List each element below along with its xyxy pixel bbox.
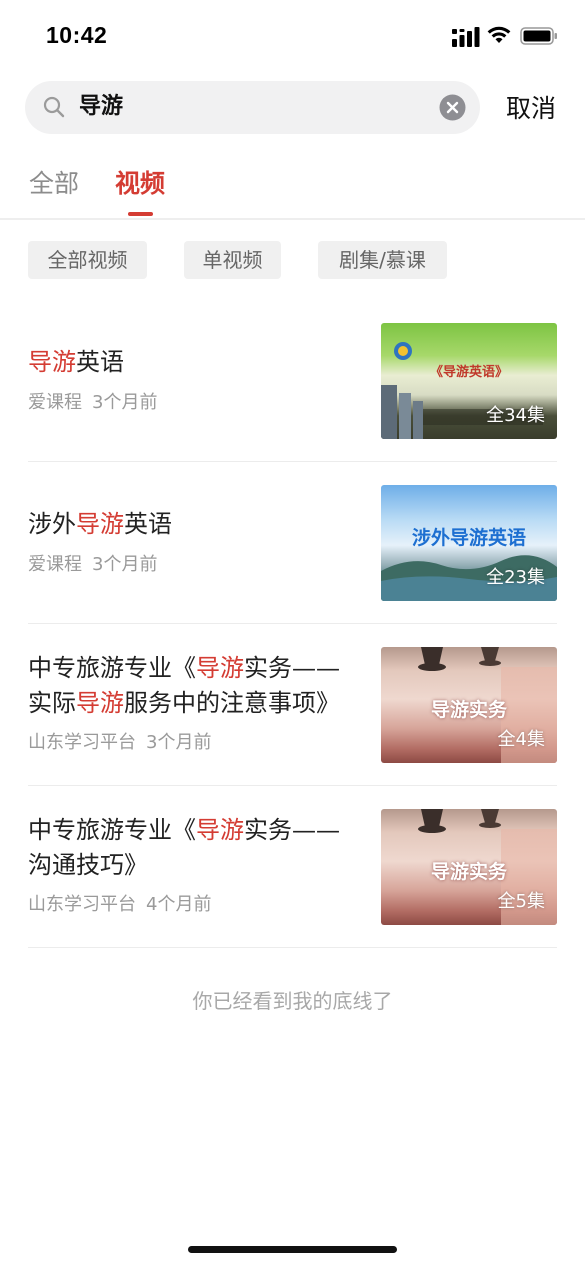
filter-series-mooc[interactable]: 剧集/慕课 [318,241,447,279]
status-bar: 10:42 [0,0,585,70]
search-bar[interactable]: 导游 [25,81,480,134]
tab-video[interactable]: 视频 [115,168,165,200]
title-text: 涉外 [28,510,76,538]
video-thumbnail[interactable]: 《导游英语》 全34集 [381,323,557,439]
list-item[interactable]: 涉外导游英语 爱课程 3个月前 涉外导游英语 全23集 [28,462,557,624]
search-input[interactable]: 导游 [79,93,123,121]
thumbnail-title: 涉外导游英语 [411,527,526,549]
item-source: 爱课程 [28,392,82,413]
cellular-signal-icon [452,27,480,47]
title-highlight: 导游 [196,654,244,682]
episode-count: 全4集 [497,729,545,750]
thumbnail-title: 《导游英语》 [429,365,508,380]
title-highlight: 导游 [76,689,124,717]
list-item[interactable]: 中专旅游专业《导游实务——实际导游服务中的注意事项》 山东学习平台 3个月前 导游… [28,624,557,786]
end-of-list-text: 你已经看到我的底线了 [192,989,393,1013]
episode-count: 全5集 [497,891,545,912]
battery-icon [520,27,557,45]
video-thumbnail[interactable]: 涉外导游英语 全23集 [381,485,557,601]
title-highlight: 导游 [76,510,124,538]
status-time: 10:42 [46,22,108,48]
title-highlight: 导游 [196,816,244,844]
video-thumbnail[interactable]: 导游实务 全4集 [381,647,557,763]
search-icon [43,96,65,118]
thumbnail-title: 导游实务 [430,699,507,721]
title-text: 中专旅游专业《 [28,654,196,682]
item-title: 中专旅游专业《导游实务——实际导游服务中的注意事项》 [28,651,363,721]
home-indicator[interactable] [188,1246,397,1253]
item-time: 3个月前 [146,732,212,753]
clear-icon[interactable] [439,94,466,121]
title-text: 中专旅游专业《 [28,816,196,844]
item-title: 中专旅游专业《导游实务——沟通技巧》 [28,813,363,883]
title-text: 英语 [124,510,172,538]
item-meta: 爱课程 3个月前 [28,392,157,414]
item-source: 山东学习平台 [28,894,136,915]
item-meta: 山东学习平台 3个月前 [28,732,211,754]
title-text: 英语 [76,348,124,376]
list-item[interactable]: 中专旅游专业《导游实务——沟通技巧》 山东学习平台 4个月前 导游实务 全5集 [28,786,557,948]
tab-all[interactable]: 全部 [29,168,79,200]
list-item[interactable]: 导游英语 爱课程 3个月前 《导游英语》 全34集 [28,300,557,462]
filter-all-videos[interactable]: 全部视频 [28,241,147,279]
wifi-icon [487,26,511,43]
item-title: 导游英语 [28,345,363,380]
title-highlight: 导游 [28,348,76,376]
item-source: 爱课程 [28,554,82,575]
item-title: 涉外导游英语 [28,507,363,542]
active-tab-indicator [128,212,153,216]
tab-bar: 全部 视频 [0,160,585,220]
filter-single-video[interactable]: 单视频 [184,241,281,279]
episode-count: 全34集 [486,405,545,426]
item-time: 4个月前 [146,894,212,915]
cancel-button[interactable]: 取消 [506,93,556,125]
video-thumbnail[interactable]: 导游实务 全5集 [381,809,557,925]
item-time: 3个月前 [92,392,158,413]
item-meta: 山东学习平台 4个月前 [28,894,211,916]
item-time: 3个月前 [92,554,158,575]
item-meta: 爱课程 3个月前 [28,554,157,576]
thumbnail-title: 导游实务 [430,861,507,883]
title-text: 服务中的注意事项》 [124,689,340,717]
item-source: 山东学习平台 [28,732,136,753]
episode-count: 全23集 [486,567,545,588]
